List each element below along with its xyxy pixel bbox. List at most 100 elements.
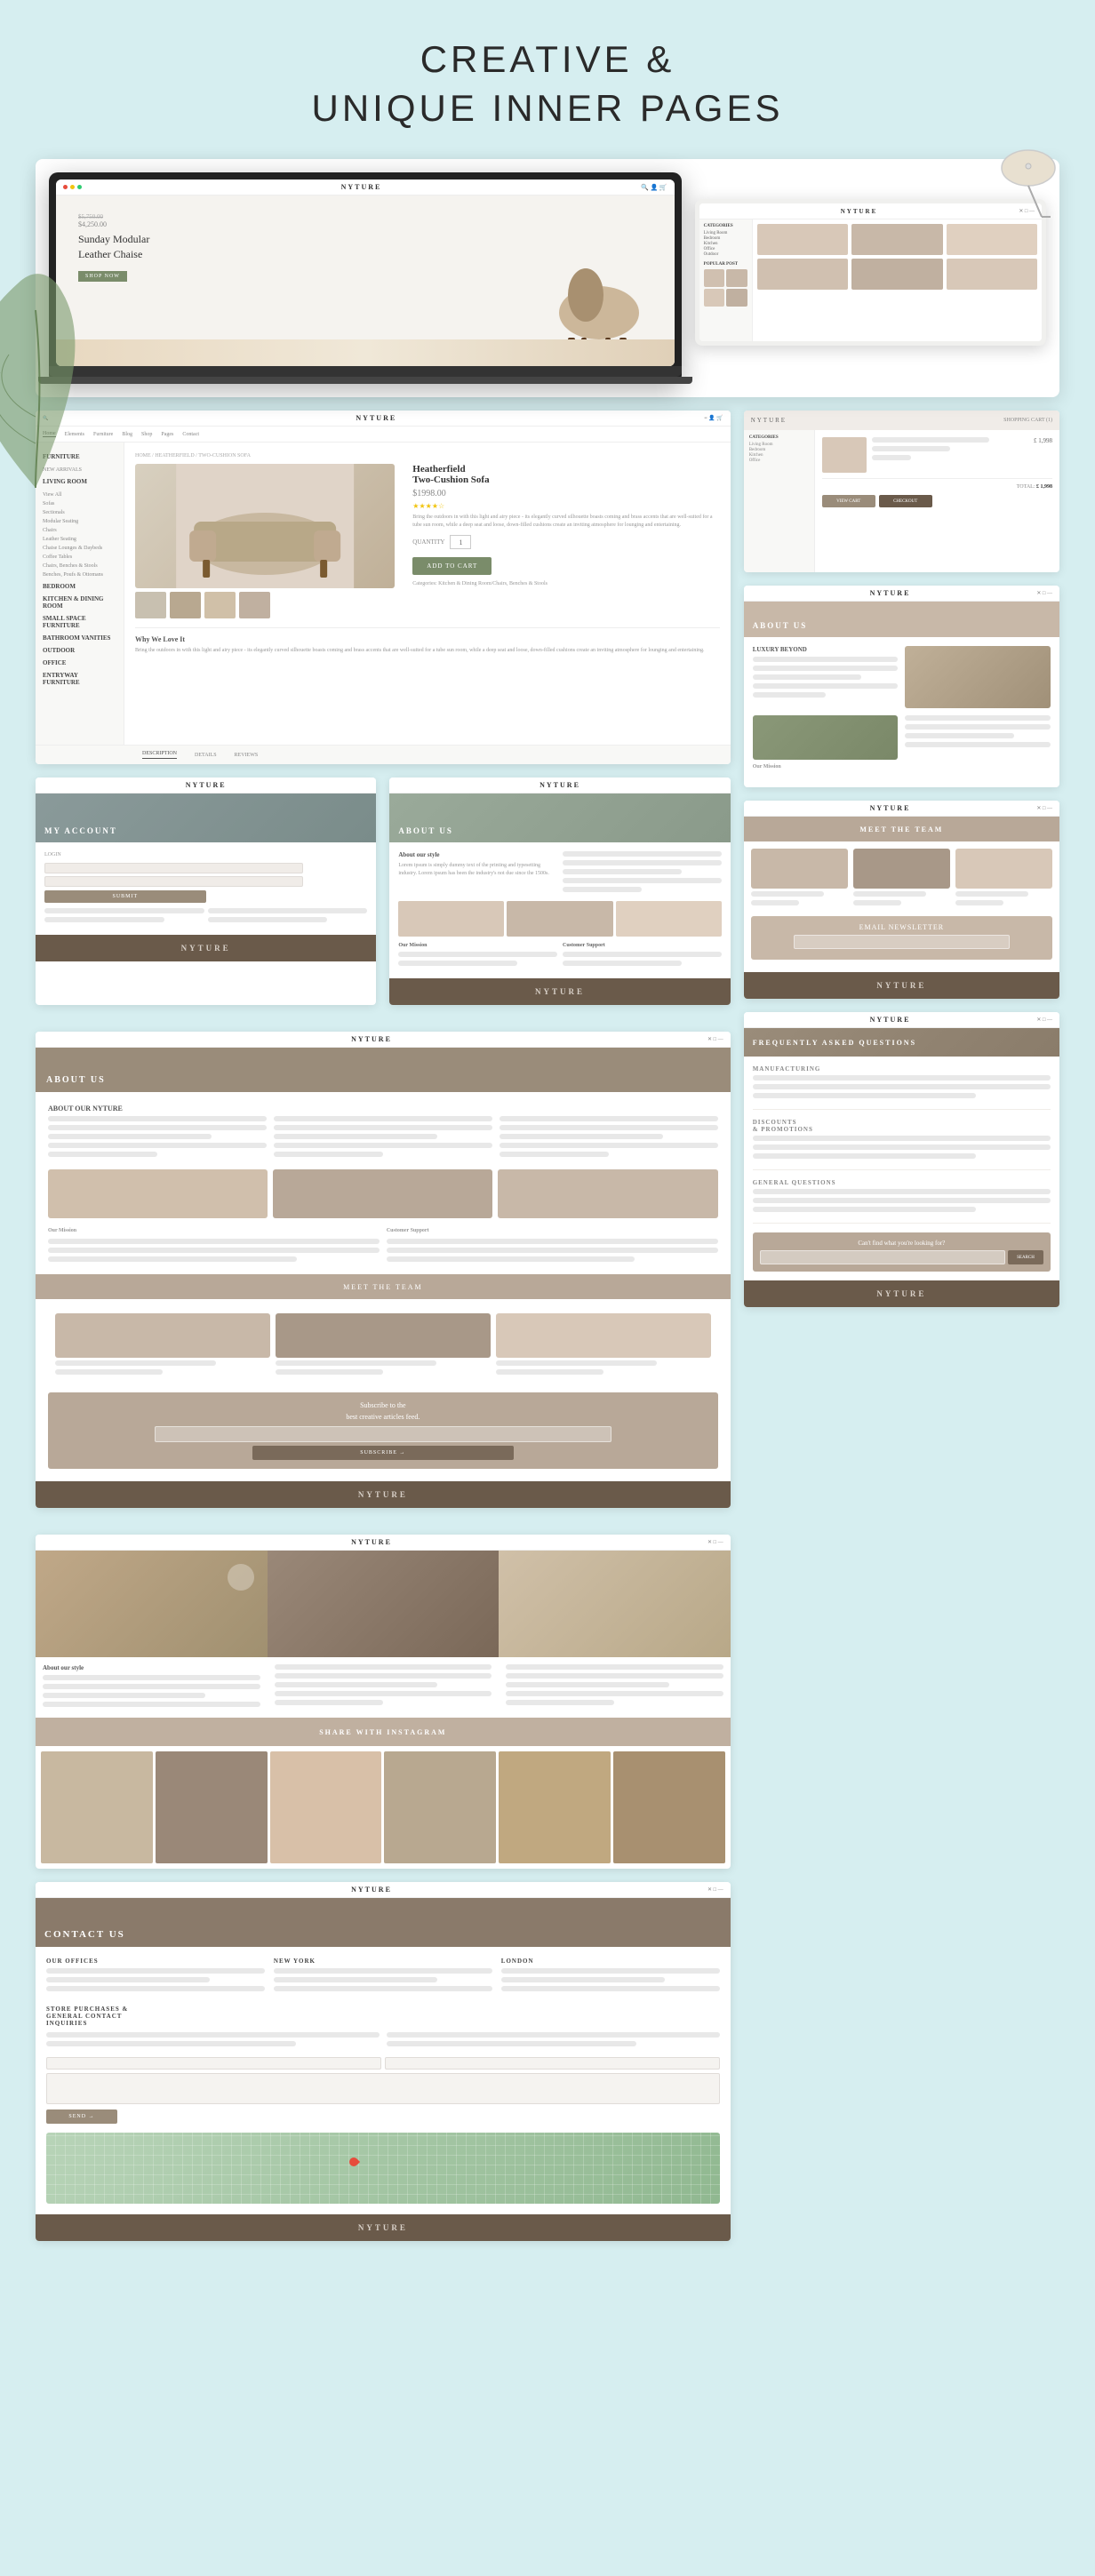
- email-newsletter-section: EMAIL NEWSLETTER: [751, 916, 1052, 960]
- contact-body: OUR OFFICES New York London: [36, 1947, 731, 2214]
- my-account-header: MY ACCOUNT: [36, 794, 376, 842]
- instagram-photo-3[interactable]: [270, 1751, 382, 1863]
- about-small-header: ABOUT US: [389, 794, 730, 842]
- store-purchases-section: STORE PURCHASES &GENERAL CONTACTINQUIRIE…: [46, 2006, 720, 2124]
- team-footer: NYTURE: [744, 972, 1059, 999]
- support-section: Customer Support: [563, 942, 722, 969]
- instagram-photo-6[interactable]: [613, 1751, 725, 1863]
- subscribe-section: Subscribe to the best creative articles …: [48, 1392, 718, 1469]
- team-members: [48, 1306, 718, 1385]
- faq-nav: NYTURE ✕ □ —: [744, 1012, 1059, 1028]
- product-thumb-3[interactable]: [204, 592, 236, 618]
- product-detail-inner: FURNITURE NEW ARRIVALS LIVING ROOM View …: [36, 443, 731, 745]
- instagram-photo-2[interactable]: [156, 1751, 268, 1863]
- team-member-3-image: [496, 1313, 711, 1358]
- about-mission: Our Mission: [48, 1227, 380, 1265]
- hero-product-info: $5,750.00 $4,250.00 Sunday ModularLeathe…: [78, 213, 149, 282]
- instagram-photo-1[interactable]: [41, 1751, 153, 1863]
- instagram-photo-grid: [36, 1746, 731, 1869]
- about-content-nav: NYTURE ✕ □ —: [36, 1535, 731, 1551]
- about-right-text: LUXURY BEYOND: [753, 646, 899, 708]
- faq-item-2: DISCOUNTS& PROMOTIONS: [753, 1119, 1051, 1170]
- team-card-2: [853, 849, 950, 909]
- my-account-body: LOGIN SUBMIT: [36, 842, 376, 935]
- notebook-mockup: NYTURE ✕ □ — CATEGORIES Living Room Bedr…: [695, 199, 1046, 346]
- small-cards-row: NYTURE MY ACCOUNT LOGIN SUBMIT: [36, 778, 731, 1005]
- about-large-footer: NYTURE: [36, 1481, 731, 1508]
- team-member-2-image: [276, 1313, 491, 1358]
- my-account-page: NYTURE MY ACCOUNT LOGIN SUBMIT: [36, 778, 376, 1005]
- product-thumbnails: [135, 592, 395, 618]
- about-customer-support: Customer Support: [387, 1227, 718, 1265]
- team-member-2: [276, 1313, 491, 1378]
- instagram-photo-4[interactable]: [384, 1751, 496, 1863]
- about-right-header: ABOUT US: [744, 602, 1059, 637]
- about-large-header: ABOUT US: [36, 1048, 731, 1092]
- faq-search-section: Can't find what you're looking for? SEAR…: [753, 1232, 1051, 1272]
- tab-details[interactable]: DETAILS: [195, 753, 217, 758]
- contact-header: CONTACT US: [36, 1898, 731, 1947]
- about-content-col-3: [499, 1551, 731, 1718]
- about-large-nav: NYTURE ✕ □ —: [36, 1032, 731, 1048]
- product-thumb-2[interactable]: [170, 592, 201, 618]
- laptop-mockup: NYTURE 🔍 👤 🛒 $5,750.00 $4,250.00 S: [49, 172, 682, 384]
- main-layout: 🔍 NYTURE ≡ 👤 🛒 Home ElementsFurnitureBlo…: [36, 411, 1059, 2241]
- quantity-box[interactable]: 1: [450, 535, 471, 549]
- faq-footer: NYTURE: [744, 1280, 1059, 1307]
- contact-offices: OUR OFFICES New York London: [46, 1958, 720, 1995]
- about-small-nav: NYTURE: [389, 778, 730, 794]
- about-us-small-page: NYTURE ABOUT US About our style Lorem ip…: [389, 778, 730, 1005]
- product-info: HeatherfieldTwo-Cushion Sofa $1998.00 ★★…: [402, 464, 719, 618]
- share-instagram-section: SHARE WITH INSTAGRAM: [36, 1718, 731, 1869]
- nav-dots: [63, 185, 82, 189]
- page-title: CREATIVE & UNIQUE INNER PAGES: [18, 36, 1077, 132]
- about-us-content-page: NYTURE ✕ □ — About our style: [36, 1535, 731, 1869]
- contact-us-page: NYTURE ✕ □ — CONTACT US OUR OFFICES: [36, 1882, 731, 2241]
- instagram-header-bar: SHARE WITH INSTAGRAM: [36, 1718, 731, 1746]
- team-card-3: [955, 849, 1052, 909]
- about-right-nav: NYTURE ✕ □ —: [744, 586, 1059, 602]
- product-thumb-1[interactable]: [135, 592, 166, 618]
- product-title: HeatherfieldTwo-Cushion Sofa: [412, 464, 719, 485]
- my-account-footer: NYTURE: [36, 935, 376, 961]
- about-small-footer: NYTURE: [389, 978, 730, 1005]
- team-grid: [751, 849, 1052, 909]
- faq-item-3: GENERAL QUESTIONS: [753, 1179, 1051, 1224]
- why-love-section: Why We Love It Bring the outdoors in wit…: [135, 627, 720, 655]
- cart-page: NYTURE SHOPPING CART (1) CATEGORIES Livi…: [744, 411, 1059, 572]
- add-to-cart-button[interactable]: ADD TO CART: [412, 557, 492, 575]
- product-nav: 🔍 NYTURE ≡ 👤 🛒: [36, 411, 731, 427]
- cart-content: CATEGORIES Living Room Bedroom Kitchen O…: [744, 430, 1059, 572]
- about-content-col-1: About our style: [36, 1551, 268, 1718]
- product-main-image: [135, 464, 395, 588]
- login-section: LOGIN SUBMIT: [44, 851, 367, 903]
- london-office: London: [501, 1958, 720, 1995]
- team-member-1: [55, 1313, 270, 1378]
- faq-item-1: MANUFACTURING: [753, 1065, 1051, 1110]
- mission-row: Our Mission: [753, 715, 1051, 771]
- about-large-body: ABOUT OUR NYTURE: [36, 1092, 731, 1481]
- mission-section: Our Mission: [398, 942, 557, 969]
- about-us-large-page: NYTURE ✕ □ — ABOUT US ABOUT OUR NYTURE: [36, 1032, 731, 1508]
- team-card-1: [751, 849, 848, 909]
- page-header: CREATIVE & UNIQUE INNER PAGES: [0, 0, 1095, 159]
- about-right-body: LUXURY BEYOND: [744, 637, 1059, 787]
- meet-team-page: NYTURE ✕ □ — MEET THE TEAM: [744, 801, 1059, 999]
- quantity-selector: QUANTITY 1: [412, 535, 719, 549]
- about-content-grid: About our style: [36, 1551, 731, 1718]
- hero-product-title: Sunday ModularLeather Chaise: [78, 232, 149, 262]
- product-description: Bring the outdoors in with this light an…: [412, 514, 719, 530]
- product-thumb-4[interactable]: [239, 592, 270, 618]
- cart-header: NYTURE SHOPPING CART (1): [744, 411, 1059, 430]
- instagram-photo-5[interactable]: [499, 1751, 611, 1863]
- hero-navbar: NYTURE 🔍 👤 🛒: [56, 179, 675, 195]
- hero-section: NYTURE 🔍 👤 🛒 $5,750.00 $4,250.00 S: [36, 159, 1059, 397]
- tab-description[interactable]: DESCRIPTION: [142, 751, 177, 759]
- product-layout: HeatherfieldTwo-Cushion Sofa $1998.00 ★★…: [135, 464, 720, 618]
- about-hero-image-1: [36, 1551, 268, 1657]
- icon-dots: 🔍 👤 🛒: [641, 184, 667, 191]
- my-account-nav: NYTURE: [36, 778, 376, 794]
- team-member-3: [496, 1313, 711, 1378]
- product-sidebar: FURNITURE NEW ARRIVALS LIVING ROOM View …: [36, 443, 124, 745]
- tab-reviews[interactable]: REVIEWS: [235, 753, 259, 758]
